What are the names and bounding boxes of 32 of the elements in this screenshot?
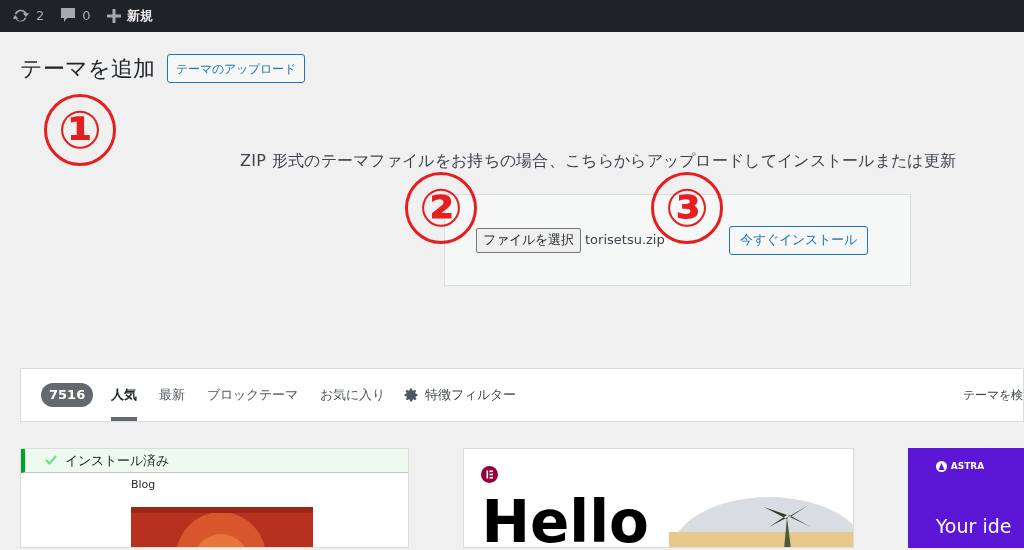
theme-preview-title: Blog [131, 476, 157, 493]
theme-tagline: Your ide [935, 514, 1012, 539]
theme-card[interactable]: ASTRA Your ide [907, 448, 1024, 548]
logo-icon [935, 461, 947, 473]
install-now-button[interactable]: 今すぐインストール [728, 225, 868, 255]
upload-description: ZIP 形式のテーマファイルをお持ちの場合、こちらからアップロードしてインストールまたは更新 [240, 150, 957, 172]
filter-tab[interactable]: 最新 [159, 369, 186, 421]
plus-icon [106, 9, 121, 23]
admin-bar-item[interactable]: 0 [60, 6, 91, 26]
theme-count-badge: 7516 [41, 383, 94, 407]
admin-bar-item[interactable]: 新規 [106, 6, 153, 26]
step-number: ② [405, 172, 477, 244]
refresh-icon [12, 7, 30, 25]
check-icon [45, 455, 57, 466]
choose-file-button[interactable]: ファイルを選択 [476, 227, 581, 253]
settings-icon [403, 387, 420, 403]
filter-tab[interactable]: ブロックテーマ [207, 369, 299, 421]
filter-tab[interactable]: お気に入り [320, 369, 386, 421]
notice-text: インストール済み [65, 451, 169, 470]
admin-bar-item[interactable]: 2 [12, 6, 45, 26]
theme-preview-title: Hello [481, 493, 649, 547]
theme-card[interactable]: インストール済み Blog [20, 448, 410, 548]
search-label: テーマを検 [963, 387, 1023, 404]
brand-name: ASTRA [950, 460, 985, 473]
page-title: テーマを追加 [20, 55, 155, 83]
logo-icon [481, 466, 499, 483]
step-number: ① [44, 94, 116, 166]
theme-card[interactable]: Hello [463, 448, 854, 548]
file-name: torisetsu.zip [585, 231, 665, 250]
filter-tab[interactable]: 人気 [111, 369, 138, 421]
upload-theme-button[interactable]: テーマのアップロード [167, 54, 305, 83]
feature-filter-button[interactable]: 特徴フィルター [425, 385, 517, 405]
